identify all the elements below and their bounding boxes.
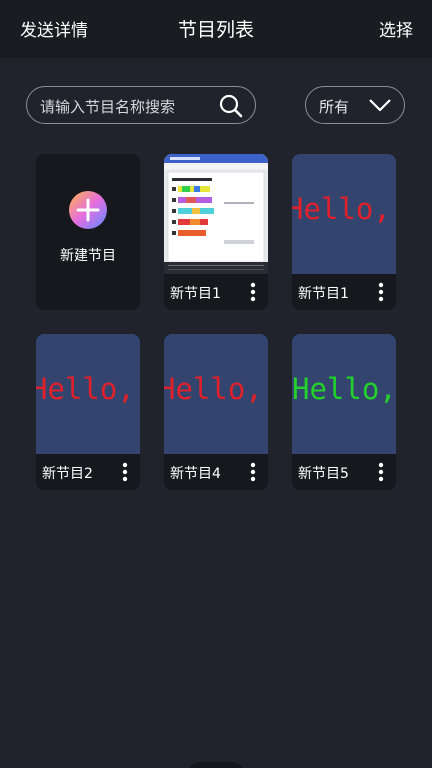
- new-program-label: 新建节目: [60, 248, 116, 264]
- preview-text: Hello,: [36, 372, 135, 406]
- program-preview: Hello,: [292, 334, 396, 454]
- chevron-down-icon: [369, 99, 391, 112]
- program-name: 新节目1: [298, 286, 349, 302]
- program-card[interactable]: Hello, 新节目5: [292, 334, 396, 490]
- bottom-hint: [188, 762, 244, 768]
- more-options-icon[interactable]: [122, 462, 128, 482]
- program-name: 新节目4: [170, 466, 221, 482]
- program-name: 新节目2: [42, 466, 93, 482]
- program-name: 新节目5: [298, 466, 349, 482]
- app-root: 发送详情 节目列表 选择 请输入节目名称搜索 所有 新建节目 新节目1 Hell…: [0, 0, 432, 768]
- program-card[interactable]: Hello, 新节目2: [36, 334, 140, 490]
- more-options-icon[interactable]: [250, 282, 256, 302]
- preview-text: Hello,: [164, 372, 263, 406]
- add-icon: [69, 191, 107, 229]
- program-card[interactable]: Hello, 新节目4: [164, 334, 268, 490]
- page-title: 节目列表: [177, 19, 254, 41]
- more-options-icon[interactable]: [378, 462, 384, 482]
- program-preview: Hello,: [36, 334, 140, 454]
- search-placeholder: 请输入节目名称搜索: [40, 98, 176, 116]
- more-options-icon[interactable]: [378, 282, 384, 302]
- new-program-card[interactable]: 新建节目: [36, 154, 140, 310]
- program-preview: Hello,: [164, 334, 268, 454]
- filter-dropdown[interactable]: 所有: [305, 86, 405, 124]
- preview-screenshot-graphic: [164, 154, 268, 274]
- program-card-footer: 新节目1: [292, 274, 396, 310]
- program-preview-image: [164, 154, 268, 274]
- program-card[interactable]: 新节目1: [164, 154, 268, 310]
- more-options-icon[interactable]: [250, 462, 256, 482]
- program-name: 新节目1: [170, 286, 221, 302]
- preview-text: Hello,: [292, 372, 396, 406]
- program-card[interactable]: Hello, 新节目1: [292, 154, 396, 310]
- program-card-footer: 新节目1: [164, 274, 268, 310]
- filter-value: 所有: [319, 98, 350, 116]
- preview-text: Hello,: [292, 192, 391, 226]
- program-preview: Hello,: [292, 154, 396, 274]
- top-bar: 发送详情 节目列表 选择: [0, 0, 432, 58]
- program-card-footer: 新节目5: [292, 454, 396, 490]
- search-input[interactable]: 请输入节目名称搜索: [26, 86, 256, 124]
- select-button[interactable]: 选择: [379, 16, 413, 41]
- search-icon[interactable]: [219, 94, 243, 118]
- program-card-footer: 新节目4: [164, 454, 268, 490]
- program-card-footer: 新节目2: [36, 454, 140, 490]
